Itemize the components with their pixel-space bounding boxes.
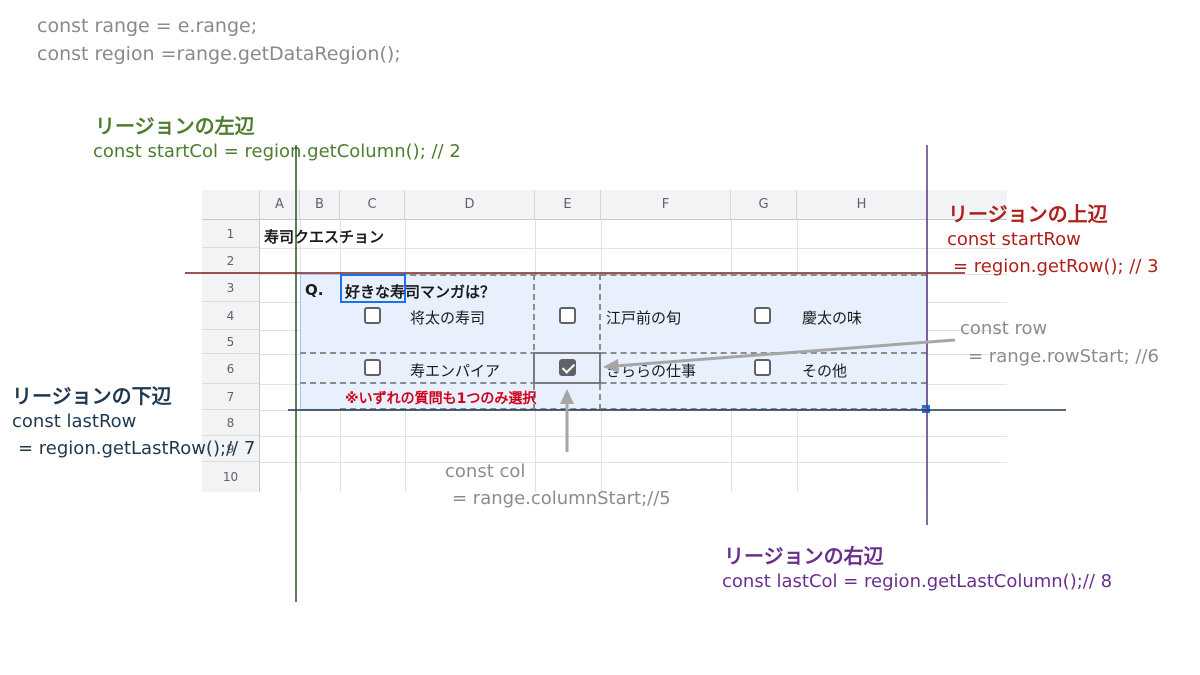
row-arrow-head	[603, 359, 619, 373]
col-arrow-head	[560, 389, 574, 404]
bottom-edge-title: リージョンの下辺	[12, 384, 172, 408]
bottom-edge-code-1: const lastRow	[12, 411, 137, 432]
right-edge-title: リージョンの右辺	[724, 544, 884, 568]
row-arrow-line	[614, 338, 956, 368]
top-edge-title: リージョンの上辺	[948, 202, 1108, 226]
right-edge-code: const lastCol = region.getLastColumn();/…	[722, 571, 1113, 592]
row-label-code-2: = range.rowStart; //6	[968, 346, 1159, 367]
bottom-edge-code-2: = region.getLastRow();// 7	[18, 438, 256, 459]
row-label-code-1: const row	[960, 318, 1048, 339]
top-edge-code-1: const startRow	[947, 229, 1081, 250]
col-label-code-2: = range.columnStart;//5	[452, 488, 671, 509]
top-edge-code-2: = region.getRow(); // 3	[953, 256, 1159, 277]
col-label-code-1: const col	[445, 461, 526, 482]
